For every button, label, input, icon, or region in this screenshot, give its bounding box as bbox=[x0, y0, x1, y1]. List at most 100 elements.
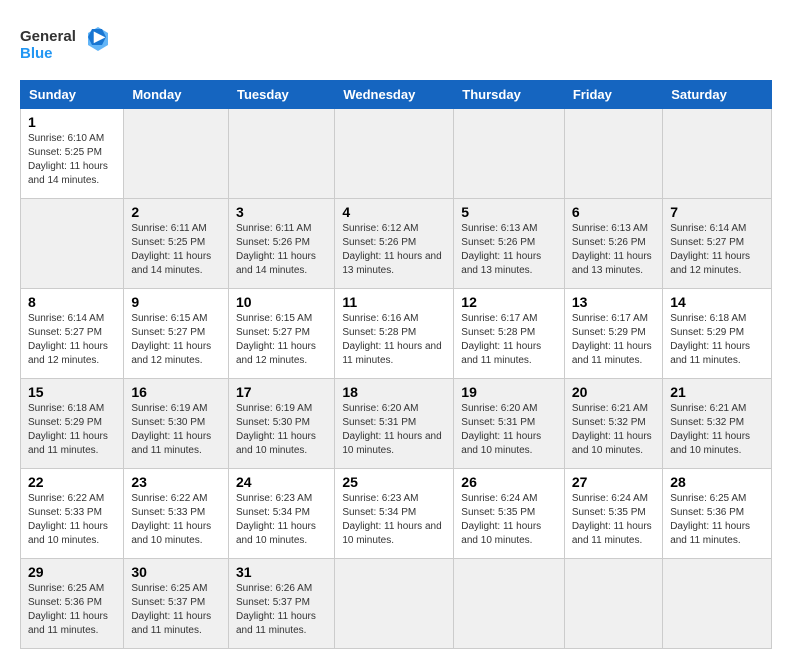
day-info: Sunrise: 6:18 AMSunset: 5:29 PMDaylight:… bbox=[28, 403, 108, 456]
day-info: Sunrise: 6:14 AMSunset: 5:27 PMDaylight:… bbox=[28, 313, 108, 366]
day-info: Sunrise: 6:14 AMSunset: 5:27 PMDaylight:… bbox=[670, 223, 750, 276]
day-info: Sunrise: 6:19 AMSunset: 5:30 PMDaylight:… bbox=[236, 403, 316, 456]
svg-text:▶: ▶ bbox=[93, 28, 106, 44]
day-info: Sunrise: 6:10 AMSunset: 5:25 PMDaylight:… bbox=[28, 133, 108, 186]
calendar-cell: 2Sunrise: 6:11 AMSunset: 5:25 PMDaylight… bbox=[124, 199, 229, 289]
calendar-cell bbox=[454, 109, 565, 199]
day-info: Sunrise: 6:12 AMSunset: 5:26 PMDaylight:… bbox=[342, 223, 441, 276]
day-info: Sunrise: 6:22 AMSunset: 5:33 PMDaylight:… bbox=[28, 493, 108, 546]
day-number: 1 bbox=[28, 114, 116, 130]
day-number: 24 bbox=[236, 474, 327, 490]
calendar-cell: 5 Sunrise: 6:13 AMSunset: 5:26 PMDaylight… bbox=[454, 199, 565, 289]
day-number: 21 bbox=[670, 384, 764, 400]
calendar-cell: 21 Sunrise: 6:21 AMSunset: 5:32 PMDayligh… bbox=[663, 379, 772, 469]
day-info: Sunrise: 6:11 AMSunset: 5:26 PMDaylight:… bbox=[236, 223, 316, 276]
day-number: 12 bbox=[461, 294, 557, 310]
logo: General Blue ▶ bbox=[20, 25, 110, 70]
calendar-cell: 11Sunrise: 6:16 AMSunset: 5:28 PMDayligh… bbox=[335, 289, 454, 379]
header-wednesday: Wednesday bbox=[335, 81, 454, 109]
day-number: 6 bbox=[572, 204, 655, 220]
day-number: 8 bbox=[28, 294, 116, 310]
calendar-cell bbox=[335, 559, 454, 649]
day-number: 17 bbox=[236, 384, 327, 400]
day-number: 3 bbox=[236, 204, 327, 220]
day-number: 14 bbox=[670, 294, 764, 310]
calendar-cell: 6 Sunrise: 6:13 AMSunset: 5:26 PMDaylight… bbox=[564, 199, 662, 289]
calendar-week-5: 22 Sunrise: 6:22 AMSunset: 5:33 PMDayligh… bbox=[21, 469, 772, 559]
calendar-cell: 12 Sunrise: 6:17 AMSunset: 5:28 PMDayligh… bbox=[454, 289, 565, 379]
day-number: 27 bbox=[572, 474, 655, 490]
header-sunday: Sunday bbox=[21, 81, 124, 109]
calendar-week-4: 15 Sunrise: 6:18 AMSunset: 5:29 PMDayligh… bbox=[21, 379, 772, 469]
calendar-cell: 30 Sunrise: 6:25 AMSunset: 5:37 PMDayligh… bbox=[124, 559, 229, 649]
calendar-cell: 23Sunrise: 6:22 AMSunset: 5:33 PMDayligh… bbox=[124, 469, 229, 559]
day-number: 22 bbox=[28, 474, 116, 490]
calendar-cell: 19Sunrise: 6:20 AMSunset: 5:31 PMDayligh… bbox=[454, 379, 565, 469]
day-info: Sunrise: 6:13 AMSunset: 5:26 PMDaylight:… bbox=[572, 223, 652, 276]
day-info: Sunrise: 6:20 AMSunset: 5:31 PMDaylight:… bbox=[461, 403, 541, 456]
calendar-cell: 3 Sunrise: 6:11 AMSunset: 5:26 PMDaylight… bbox=[229, 199, 335, 289]
calendar-cell bbox=[564, 559, 662, 649]
day-number: 2 bbox=[131, 204, 221, 220]
calendar-cell: 24 Sunrise: 6:23 AMSunset: 5:34 PMDayligh… bbox=[229, 469, 335, 559]
calendar-cell: 7 Sunrise: 6:14 AMSunset: 5:27 PMDaylight… bbox=[663, 199, 772, 289]
header-friday: Friday bbox=[564, 81, 662, 109]
day-info: Sunrise: 6:17 AMSunset: 5:28 PMDaylight:… bbox=[461, 313, 541, 366]
calendar-cell: 18Sunrise: 6:20 AMSunset: 5:31 PMDayligh… bbox=[335, 379, 454, 469]
header-tuesday: Tuesday bbox=[229, 81, 335, 109]
calendar-cell: 26Sunrise: 6:24 AMSunset: 5:35 PMDayligh… bbox=[454, 469, 565, 559]
day-info: Sunrise: 6:13 AMSunset: 5:26 PMDaylight:… bbox=[461, 223, 541, 276]
calendar-cell: 28Sunrise: 6:25 AMSunset: 5:36 PMDayligh… bbox=[663, 469, 772, 559]
calendar-cell: 1 Sunrise: 6:10 AMSunset: 5:25 PMDaylight… bbox=[21, 109, 124, 199]
calendar-cell bbox=[124, 109, 229, 199]
calendar-cell: 14 Sunrise: 6:18 AMSunset: 5:29 PMDayligh… bbox=[663, 289, 772, 379]
calendar-cell: 10Sunrise: 6:15 AMSunset: 5:27 PMDayligh… bbox=[229, 289, 335, 379]
day-info: Sunrise: 6:23 AMSunset: 5:34 PMDaylight:… bbox=[236, 493, 316, 546]
day-info: Sunrise: 6:20 AMSunset: 5:31 PMDaylight:… bbox=[342, 403, 441, 456]
day-info: Sunrise: 6:17 AMSunset: 5:29 PMDaylight:… bbox=[572, 313, 652, 366]
calendar-cell: 29 Sunrise: 6:25 AMSunset: 5:36 PMDayligh… bbox=[21, 559, 124, 649]
day-number: 29 bbox=[28, 564, 116, 580]
calendar-cell bbox=[663, 559, 772, 649]
day-number: 7 bbox=[670, 204, 764, 220]
header-saturday: Saturday bbox=[663, 81, 772, 109]
day-number: 9 bbox=[131, 294, 221, 310]
day-info: Sunrise: 6:21 AMSunset: 5:32 PMDaylight:… bbox=[670, 403, 750, 456]
day-number: 30 bbox=[131, 564, 221, 580]
header-thursday: Thursday bbox=[454, 81, 565, 109]
calendar-cell: 27 Sunrise: 6:24 AMSunset: 5:35 PMDayligh… bbox=[564, 469, 662, 559]
calendar-cell: 22 Sunrise: 6:22 AMSunset: 5:33 PMDayligh… bbox=[21, 469, 124, 559]
logo-icon: General Blue ▶ bbox=[20, 25, 110, 70]
calendar-cell: 15 Sunrise: 6:18 AMSunset: 5:29 PMDayligh… bbox=[21, 379, 124, 469]
calendar-cell bbox=[335, 109, 454, 199]
day-info: Sunrise: 6:25 AMSunset: 5:37 PMDaylight:… bbox=[131, 583, 211, 636]
day-number: 4 bbox=[342, 204, 446, 220]
day-number: 13 bbox=[572, 294, 655, 310]
calendar-cell: 8 Sunrise: 6:14 AMSunset: 5:27 PMDaylight… bbox=[21, 289, 124, 379]
calendar-cell: 13 Sunrise: 6:17 AMSunset: 5:29 PMDayligh… bbox=[564, 289, 662, 379]
calendar-cell bbox=[663, 109, 772, 199]
calendar-cell bbox=[21, 199, 124, 289]
calendar-cell: 20Sunrise: 6:21 AMSunset: 5:32 PMDayligh… bbox=[564, 379, 662, 469]
day-info: Sunrise: 6:15 AMSunset: 5:27 PMDaylight:… bbox=[236, 313, 316, 366]
day-info: Sunrise: 6:15 AMSunset: 5:27 PMDaylight:… bbox=[131, 313, 211, 366]
day-info: Sunrise: 6:24 AMSunset: 5:35 PMDaylight:… bbox=[572, 493, 652, 546]
day-info: Sunrise: 6:23 AMSunset: 5:34 PMDaylight:… bbox=[342, 493, 441, 546]
day-number: 5 bbox=[461, 204, 557, 220]
day-info: Sunrise: 6:26 AMSunset: 5:37 PMDaylight:… bbox=[236, 583, 316, 636]
day-info: Sunrise: 6:25 AMSunset: 5:36 PMDaylight:… bbox=[670, 493, 750, 546]
day-number: 11 bbox=[342, 294, 446, 310]
day-info: Sunrise: 6:25 AMSunset: 5:36 PMDaylight:… bbox=[28, 583, 108, 636]
calendar-table: SundayMondayTuesdayWednesdayThursdayFrid… bbox=[20, 80, 772, 649]
calendar-cell bbox=[454, 559, 565, 649]
day-info: Sunrise: 6:21 AMSunset: 5:32 PMDaylight:… bbox=[572, 403, 652, 456]
calendar-cell: 25Sunrise: 6:23 AMSunset: 5:34 PMDayligh… bbox=[335, 469, 454, 559]
calendar-week-3: 8 Sunrise: 6:14 AMSunset: 5:27 PMDaylight… bbox=[21, 289, 772, 379]
calendar-week-2: 2Sunrise: 6:11 AMSunset: 5:25 PMDaylight… bbox=[21, 199, 772, 289]
svg-text:Blue: Blue bbox=[20, 45, 53, 62]
day-number: 26 bbox=[461, 474, 557, 490]
calendar-cell: 4 Sunrise: 6:12 AMSunset: 5:26 PMDaylight… bbox=[335, 199, 454, 289]
day-number: 15 bbox=[28, 384, 116, 400]
day-info: Sunrise: 6:18 AMSunset: 5:29 PMDaylight:… bbox=[670, 313, 750, 366]
calendar-cell bbox=[564, 109, 662, 199]
